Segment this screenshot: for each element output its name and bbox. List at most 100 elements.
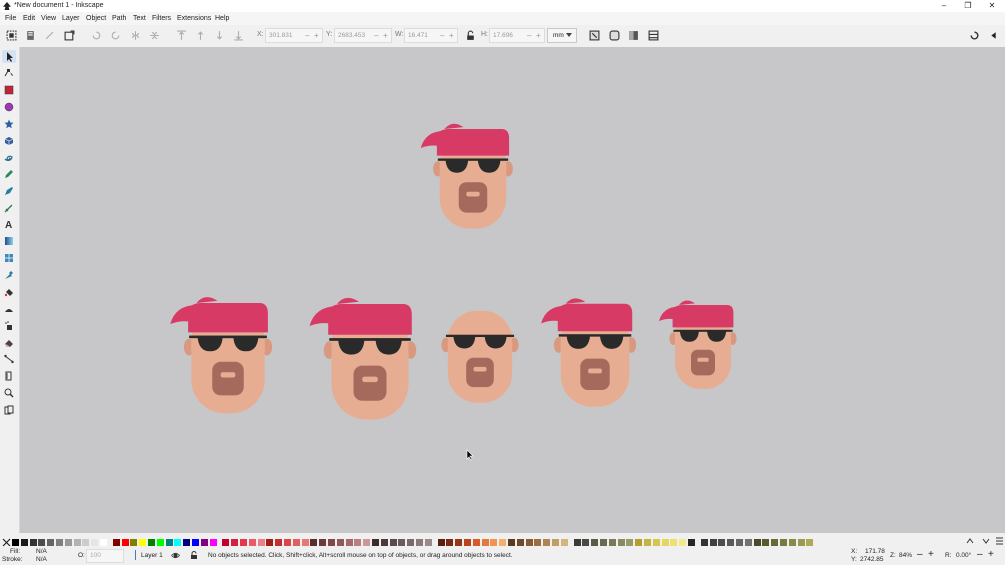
color-swatch[interactable] — [47, 539, 55, 546]
color-swatch[interactable] — [753, 539, 761, 546]
drawing-canvas[interactable] — [20, 47, 1005, 533]
color-swatch[interactable] — [354, 539, 362, 546]
color-swatch[interactable] — [284, 539, 291, 546]
y-decrement[interactable]: – — [374, 31, 378, 40]
transform-gradients-icon[interactable] — [628, 30, 639, 41]
color-swatch[interactable] — [472, 539, 480, 546]
color-swatch[interactable] — [608, 539, 616, 546]
paint-bucket-tool-icon[interactable] — [4, 287, 14, 297]
color-swatch[interactable] — [424, 539, 432, 546]
chevron-down-icon[interactable] — [982, 537, 990, 545]
color-swatch[interactable] — [73, 539, 81, 546]
color-swatch[interactable] — [797, 539, 805, 546]
color-swatch[interactable] — [744, 539, 752, 546]
color-swatch[interactable] — [91, 539, 99, 546]
color-swatch[interactable] — [490, 539, 498, 546]
deselect-icon[interactable] — [44, 30, 55, 41]
color-swatch[interactable] — [240, 539, 247, 546]
color-swatch[interactable] — [635, 539, 643, 546]
lock-icon[interactable] — [190, 551, 198, 560]
bald-face-drawing[interactable] — [659, 300, 737, 389]
touch-select-icon[interactable] — [64, 30, 75, 41]
color-swatch[interactable] — [688, 539, 695, 546]
color-swatch[interactable] — [192, 539, 199, 546]
x-increment[interactable]: + — [314, 31, 319, 40]
lower-icon[interactable] — [214, 30, 225, 41]
color-swatch[interactable] — [617, 539, 625, 546]
color-swatch[interactable] — [301, 539, 309, 546]
color-swatch[interactable] — [64, 539, 72, 546]
menu-filters[interactable]: Filters — [152, 15, 171, 22]
color-swatch[interactable] — [389, 539, 397, 546]
color-swatch[interactable] — [661, 539, 669, 546]
color-swatch[interactable] — [310, 539, 318, 546]
pages-tool-icon[interactable] — [4, 405, 14, 415]
y-field[interactable]: 2683.453 – + — [334, 28, 392, 43]
rotate-minus-button[interactable]: – — [977, 549, 983, 560]
flip-vertical-icon[interactable] — [149, 30, 160, 41]
color-swatch[interactable] — [525, 539, 533, 546]
gradient-tool-icon[interactable] — [4, 236, 14, 246]
color-swatch[interactable] — [499, 539, 507, 546]
height-increment[interactable]: + — [536, 31, 541, 40]
raise-to-top-icon[interactable] — [176, 30, 187, 41]
color-swatch[interactable] — [130, 539, 138, 546]
color-swatch[interactable] — [771, 539, 779, 546]
unit-select[interactable]: mm — [547, 28, 577, 43]
menu-edit[interactable]: Edit — [23, 15, 35, 22]
color-swatch[interactable] — [29, 539, 37, 546]
color-swatch[interactable] — [552, 539, 559, 546]
color-swatch[interactable] — [248, 539, 256, 546]
zoom-value[interactable]: 84% — [899, 552, 912, 559]
color-swatch[interactable] — [481, 539, 489, 546]
color-swatch[interactable] — [407, 539, 415, 546]
color-swatch[interactable] — [345, 539, 353, 546]
color-swatch[interactable] — [446, 539, 454, 546]
fill-value[interactable]: N/A — [36, 548, 47, 555]
color-swatch[interactable] — [112, 539, 120, 546]
measure-tool-icon[interactable] — [4, 371, 14, 381]
width-decrement[interactable]: – — [440, 31, 444, 40]
collapse-left-icon[interactable] — [988, 30, 999, 41]
color-swatch[interactable] — [82, 539, 90, 546]
text-tool-icon[interactable]: A — [4, 219, 14, 229]
color-swatch[interactable] — [788, 539, 796, 546]
color-swatch[interactable] — [336, 539, 344, 546]
menu-extensions[interactable]: Extensions — [177, 15, 211, 22]
width-increment[interactable]: + — [449, 31, 454, 40]
raise-icon[interactable] — [195, 30, 206, 41]
color-swatch[interactable] — [626, 539, 634, 546]
ellipse-tool-icon[interactable] — [4, 102, 14, 112]
color-swatch[interactable] — [543, 539, 551, 546]
color-swatch[interactable] — [319, 539, 327, 546]
opacity-field[interactable]: 100 — [86, 549, 124, 563]
color-swatch[interactable] — [328, 539, 335, 546]
color-swatch[interactable] — [121, 539, 129, 546]
bald-face-drawing[interactable] — [309, 297, 417, 420]
color-swatch[interactable] — [363, 539, 371, 546]
snap-toggle-icon[interactable] — [969, 30, 980, 41]
dropper-tool-icon[interactable] — [4, 270, 14, 280]
chevron-up-icon[interactable] — [966, 537, 974, 545]
color-swatch[interactable] — [762, 539, 770, 546]
pen-tool-icon[interactable] — [4, 186, 14, 196]
color-swatch[interactable] — [534, 539, 542, 546]
rectangle-tool-icon[interactable] — [4, 85, 14, 95]
color-swatch[interactable] — [165, 539, 173, 546]
stroke-value[interactable]: N/A — [36, 556, 47, 563]
color-swatch[interactable] — [709, 539, 717, 546]
calligraphy-tool-icon[interactable] — [4, 203, 14, 213]
color-swatch[interactable] — [398, 539, 406, 546]
eye-icon[interactable] — [171, 551, 180, 560]
flip-horizontal-icon[interactable] — [130, 30, 141, 41]
color-swatch[interactable] — [275, 539, 283, 546]
menu-layer[interactable]: Layer — [62, 15, 80, 22]
color-swatch[interactable] — [148, 539, 155, 546]
menu-text[interactable]: Text — [133, 15, 146, 22]
close-button[interactable]: ✕ — [984, 1, 1000, 11]
bald-face-drawing[interactable] — [441, 310, 519, 403]
color-swatch[interactable] — [209, 539, 217, 546]
color-swatch[interactable] — [174, 539, 182, 546]
color-swatch[interactable] — [416, 539, 423, 546]
color-swatch[interactable] — [380, 539, 388, 546]
